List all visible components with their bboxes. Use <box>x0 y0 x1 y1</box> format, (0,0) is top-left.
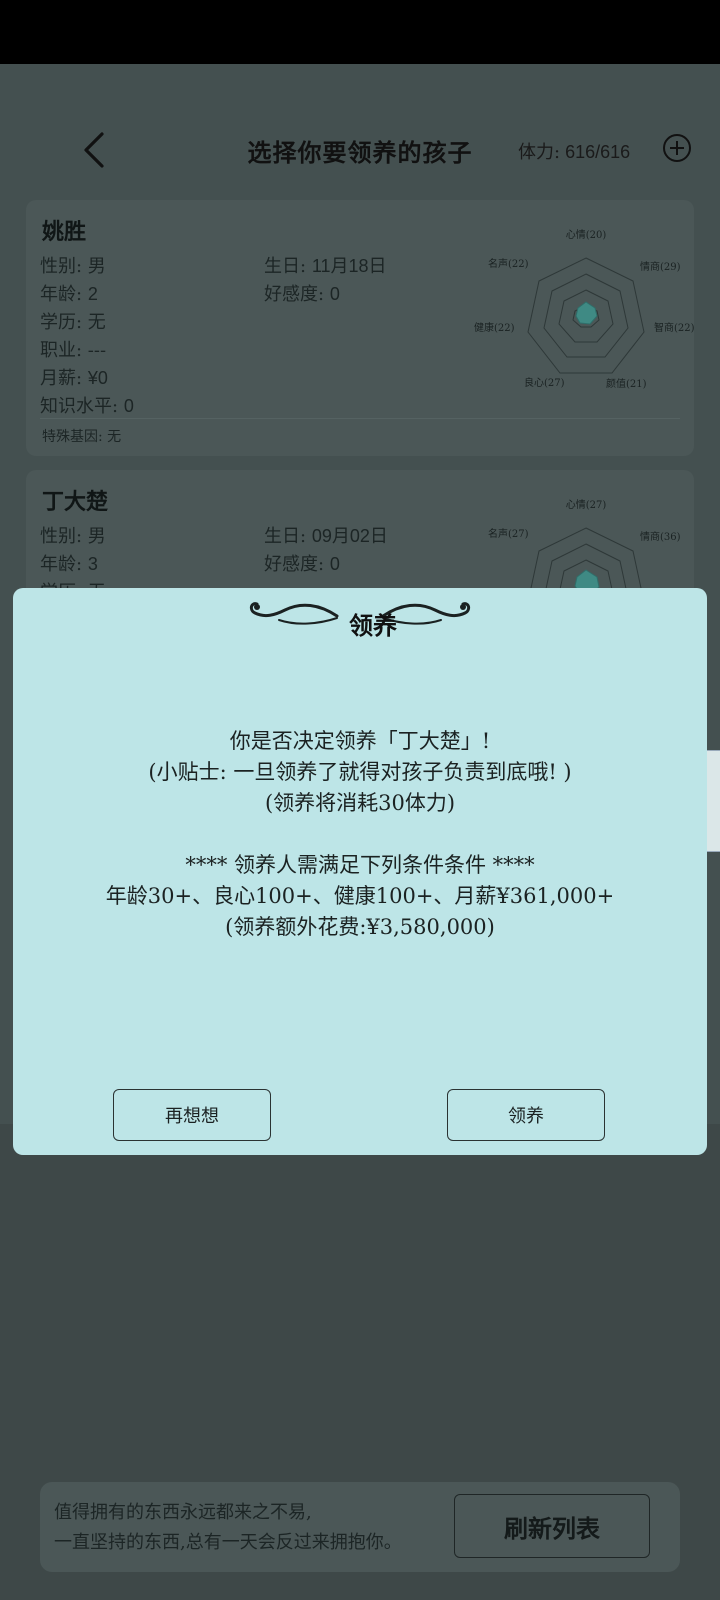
stamina-label: 体力: <box>518 142 561 163</box>
salary-field: 月薪: ¥0 <box>40 364 108 390</box>
dialog-line: (小贴士: 一旦领养了就得对孩子负责到底哦! ) <box>148 760 572 784</box>
dialog-line: 年龄30+、良心100+、健康100+、月薪¥361,000+ <box>105 884 615 908</box>
favor-field: 好感度: 0 <box>264 280 340 306</box>
dialog-line: (领养额外花费:¥3,580,000) <box>225 915 495 939</box>
bottom-panel: 值得拥有的东西永远都来之不易, 一直坚持的东西,总有一天会反过来拥抱你。 刷新列… <box>40 1482 680 1572</box>
radar-label-fame: 名声(22) <box>488 257 529 270</box>
birthday-value: 09月02日 <box>311 526 388 546</box>
stamina-display: 体力: 616/616 <box>518 138 630 164</box>
age-label: 年龄: <box>40 554 83 575</box>
adopt-dialog: 领养 你是否决定领养「丁大楚」! (小贴士: 一旦领养了就得对孩子负责到底哦! … <box>13 588 707 1155</box>
knowledge-value: 0 <box>123 396 134 416</box>
status-bar <box>0 0 720 64</box>
age-value: 3 <box>87 554 98 574</box>
back-button[interactable] <box>76 130 116 170</box>
add-stamina-button[interactable] <box>662 133 692 163</box>
gender-field: 性别: 男 <box>40 256 106 277</box>
radar-label-iq: 智商(22) <box>654 321 695 334</box>
radar-label-fame: 名声(27) <box>488 527 529 540</box>
dialog-title: 领养 <box>349 611 397 640</box>
dialog-line: (领养将消耗30体力) <box>264 791 456 815</box>
quote-text: 值得拥有的东西永远都来之不易, 一直坚持的东西,总有一天会反过来拥抱你。 <box>54 1498 402 1558</box>
quote-line: 值得拥有的东西永远都来之不易, <box>54 1502 312 1523</box>
divider <box>40 418 680 419</box>
knowledge-label: 知识水平: <box>40 396 119 417</box>
plus-circle-icon <box>663 134 691 162</box>
child-name: 丁大楚 <box>42 489 109 515</box>
birthday-field: 生日: 11月18日 <box>264 252 387 278</box>
radar-label-eq: 情商(29) <box>640 260 681 273</box>
radar-label-mood: 心情(27) <box>566 498 607 511</box>
radar-label-conscience: 良心(27) <box>524 376 565 389</box>
birthday-label: 生日: <box>264 256 307 277</box>
radar-label-mood: 心情(20) <box>566 228 607 241</box>
age-field: 年龄: 3 <box>40 550 98 576</box>
education-field: 学历: 无 <box>40 312 106 333</box>
job-field: 职业: --- <box>40 340 107 361</box>
birthday-value: 11月18日 <box>311 256 387 276</box>
refresh-list-button[interactable]: 刷新列表 <box>454 1494 650 1558</box>
favor-label: 好感度: <box>264 554 325 575</box>
chevron-left-icon <box>84 132 104 168</box>
child-name: 姚胜 <box>42 219 87 245</box>
salary-label: 月薪: <box>40 368 83 389</box>
stats-radar-chart: 心情(20) 情商(29) 智商(22) 颜值(21) 良心(27) 健康(22… <box>474 228 695 390</box>
dialog-line: 你是否决定领养「丁大楚」! <box>229 729 491 753</box>
salary-value: ¥0 <box>87 368 108 388</box>
radar-value-area <box>575 301 598 325</box>
dialog-title-wrap: 领养 <box>253 598 493 642</box>
quote-line: 一直坚持的东西,总有一天会反过来拥抱你。 <box>54 1532 402 1553</box>
age-label: 年龄: <box>40 284 83 305</box>
page-title: 选择你要领养的孩子 <box>247 138 473 167</box>
radar-label-eq: 情商(36) <box>640 530 681 543</box>
adopt-button[interactable]: 领养 <box>447 1089 605 1141</box>
knowledge-field: 知识水平: 0 <box>40 392 134 418</box>
gene-field: 特殊基因: 无 <box>42 429 122 445</box>
birthday-field: 生日: 09月02日 <box>264 522 388 548</box>
age-value: 2 <box>87 284 98 304</box>
gender-field: 性别: 男 <box>40 526 106 547</box>
age-field: 年龄: 2 <box>40 280 98 306</box>
dialog-line: **** 领养人需满足下列条件条件 **** <box>185 853 535 877</box>
favor-value: 0 <box>329 554 340 574</box>
cancel-button[interactable]: 再想想 <box>113 1089 271 1141</box>
favor-value: 0 <box>329 284 340 304</box>
birthday-label: 生日: <box>264 526 307 547</box>
favor-label: 好感度: <box>264 284 325 305</box>
dialog-message: 你是否决定领养「丁大楚」! (小贴士: 一旦领养了就得对孩子负责到底哦! ) (… <box>13 726 707 943</box>
child-card[interactable]: 姚胜 性别: 男 年龄: 2 学历: 无 职业: --- 月薪: ¥0 知识水平… <box>26 200 695 456</box>
favor-field: 好感度: 0 <box>264 550 340 576</box>
radar-label-looks: 颜值(21) <box>606 377 647 390</box>
radar-label-health: 健康(22) <box>474 321 515 334</box>
stamina-value: 616/616 <box>565 142 631 162</box>
